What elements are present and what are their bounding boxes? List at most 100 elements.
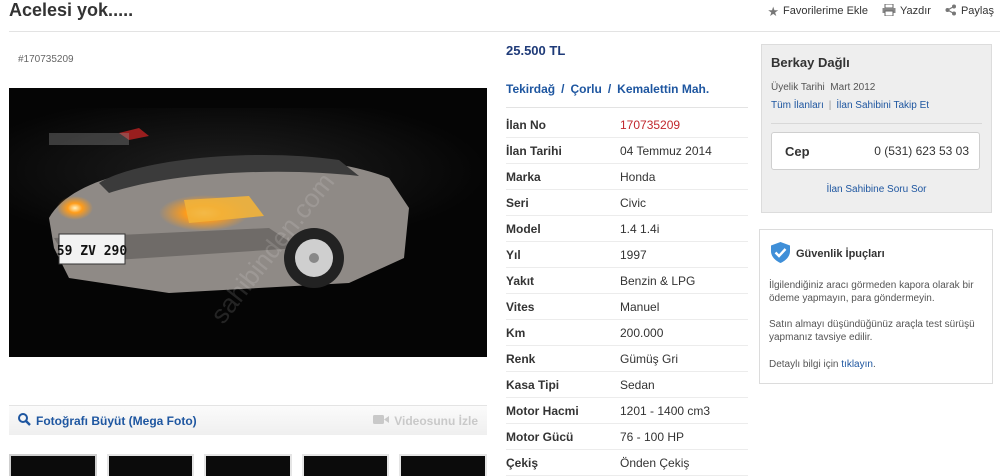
- seller-name: Berkay Dağlı: [771, 55, 850, 70]
- spec-key: Marka: [506, 169, 541, 184]
- tip-suffix: .: [872, 359, 876, 370]
- spec-row: İlan Tarihi 04 Temmuz 2014: [506, 138, 748, 164]
- phone-label: Cep: [785, 143, 810, 159]
- spec-value: 200.000: [620, 325, 664, 340]
- spec-value: 76 - 100 HP: [620, 429, 685, 444]
- phone-number[interactable]: 0 (531) 623 53 03: [874, 144, 969, 158]
- seller-card: Berkay Dağlı Üyelik Tarihi Mart 2012 Tüm…: [761, 44, 992, 213]
- spec-row: Motor Hacmi 1201 - 1400 cm3: [506, 398, 748, 424]
- printer-icon: [882, 3, 896, 18]
- spec-value: Benzin & LPG: [620, 273, 696, 288]
- spec-key: İlan Tarihi: [506, 143, 562, 158]
- spec-key: Km: [506, 325, 526, 340]
- spec-row: İlan No 170735209: [506, 112, 748, 138]
- spec-value: Manuel: [620, 299, 660, 314]
- thumbnail[interactable]: [106, 454, 195, 476]
- star-icon: ★: [767, 3, 780, 19]
- spec-row: Yakıt Benzin & LPG: [506, 268, 748, 294]
- spec-row: Seri Civic: [506, 190, 748, 216]
- spec-row: Marka Honda: [506, 164, 748, 190]
- seller-links: Tüm İlanları | İlan Sahibini Takip Et: [771, 100, 929, 111]
- breadcrumb: Tekirdağ / Çorlu / Kemalettin Mah.: [506, 82, 709, 96]
- member-since: Üyelik Tarihi Mart 2012: [771, 82, 875, 93]
- spec-key: Vites: [506, 299, 535, 314]
- member-since-value: Mart 2012: [830, 82, 876, 93]
- thumbnail[interactable]: [399, 454, 487, 476]
- photo-toolbar: Fotoğrafı Büyüt (Mega Foto) Videosunu İz…: [9, 405, 487, 435]
- spec-table: İlan No 170735209 İlan Tarihi 04 Temmuz 20…: [506, 112, 748, 476]
- all-listings-link[interactable]: Tüm İlanları: [771, 100, 824, 111]
- spec-value: Honda: [620, 169, 656, 184]
- thumbnail-strip: [9, 454, 487, 476]
- spec-row: Motor Gücü 76 - 100 HP: [506, 424, 748, 450]
- spec-row: Model 1.4 1.4i: [506, 216, 748, 242]
- spec-value: Önden Çekiş: [620, 455, 690, 470]
- tip-text: Satın almayı düşündüğünüz araçla test sü…: [769, 319, 975, 343]
- location-district[interactable]: Çorlu: [570, 82, 601, 96]
- spec-row: Km 200.000: [506, 320, 748, 346]
- spec-value: 170735209: [620, 117, 681, 132]
- print-button[interactable]: Yazdır: [882, 3, 931, 18]
- breadcrumb-separator: /: [607, 82, 612, 96]
- tip-text: İlgilendiğiniz aracı görmeden kapora ola…: [769, 280, 974, 304]
- spec-key: Yakıt: [506, 273, 535, 288]
- spec-key: Yıl: [506, 247, 521, 262]
- spec-key: Kasa Tipi: [506, 377, 560, 392]
- spec-key: Renk: [506, 351, 536, 366]
- breadcrumb-separator: /: [561, 82, 565, 96]
- spec-value: 1.4 1.4i: [620, 221, 660, 236]
- spec-value: 1201 - 1400 cm3: [620, 403, 711, 418]
- ask-seller-link[interactable]: İlan Sahibine Soru Sor: [762, 184, 991, 195]
- spec-value: Gümüş Gri: [620, 351, 679, 366]
- add-favorites-label: Favorilerime Ekle: [783, 5, 868, 17]
- video-label: Videosunu İzle: [394, 413, 478, 428]
- price: 25.500 TL: [506, 43, 566, 58]
- spec-key: Motor Hacmi: [506, 403, 579, 418]
- more-info-link[interactable]: tıklayın: [841, 359, 873, 370]
- location-neighborhood[interactable]: Kemalettin Mah.: [617, 82, 709, 96]
- thumbnail[interactable]: [204, 454, 292, 476]
- tip-prefix: Detaylı bilgi için: [769, 359, 842, 370]
- thumbnail[interactable]: [9, 454, 97, 476]
- video-camera-icon: [373, 414, 390, 428]
- spec-key: Seri: [506, 195, 529, 210]
- share-label: Paylaş: [960, 5, 994, 17]
- shield-check-icon: [771, 242, 790, 266]
- spec-row: Çekiş Önden Çekiş: [506, 450, 748, 476]
- mega-photo-label: Fotoğrafı Büyüt (Mega Foto): [36, 413, 197, 428]
- add-favorites-button[interactable]: ★ Favorilerime Ekle: [767, 4, 868, 18]
- member-since-label: Üyelik Tarihi: [771, 82, 825, 93]
- spec-row: Kasa Tipi Sedan: [506, 372, 748, 398]
- spec-value: Civic: [620, 195, 646, 210]
- plate-text: 59 ZV 290: [57, 244, 128, 259]
- link-separator: |: [828, 100, 832, 111]
- share-icon: [945, 4, 957, 18]
- page-title: Acelesi yok.....: [9, 0, 134, 20]
- print-label: Yazdır: [899, 5, 931, 17]
- divider: [506, 107, 748, 108]
- divider: [771, 123, 982, 124]
- spec-value: 04 Temmuz 2014: [620, 143, 712, 158]
- share-button[interactable]: Paylaş: [945, 4, 994, 18]
- spec-value: 1997: [620, 247, 647, 262]
- tip-text: Detaylı bilgi için tıklayın.: [769, 358, 984, 371]
- spec-key: Motor Gücü: [506, 429, 574, 444]
- top-actions: ★ Favorilerime Ekle Yazdır Paylaş: [767, 3, 994, 18]
- location-city[interactable]: Tekirdağ: [506, 82, 555, 96]
- spec-row: Vites Manuel: [506, 294, 748, 320]
- spec-row: Yıl 1997: [506, 242, 748, 268]
- tips-header: Güvenlik İpuçları: [771, 242, 885, 266]
- thumbnail[interactable]: [301, 454, 390, 476]
- follow-seller-link[interactable]: İlan Sahibini Takip Et: [836, 100, 929, 111]
- spec-key: Çekiş: [506, 455, 539, 470]
- listing-id: #170735209: [18, 54, 74, 65]
- main-photo[interactable]: 59 ZV 290 sahibinden.com: [9, 88, 487, 357]
- mega-photo-button[interactable]: Fotoğrafı Büyüt (Mega Foto): [18, 412, 197, 429]
- spec-value: Sedan: [620, 377, 655, 392]
- divider: [9, 31, 1000, 32]
- tips-title: Güvenlik İpuçları: [796, 248, 885, 260]
- security-tips: Güvenlik İpuçları İlgilendiğiniz aracı g…: [759, 229, 993, 384]
- spec-key: İlan No: [506, 117, 547, 132]
- spec-key: Model: [506, 221, 541, 236]
- spec-row: Renk Gümüş Gri: [506, 346, 748, 372]
